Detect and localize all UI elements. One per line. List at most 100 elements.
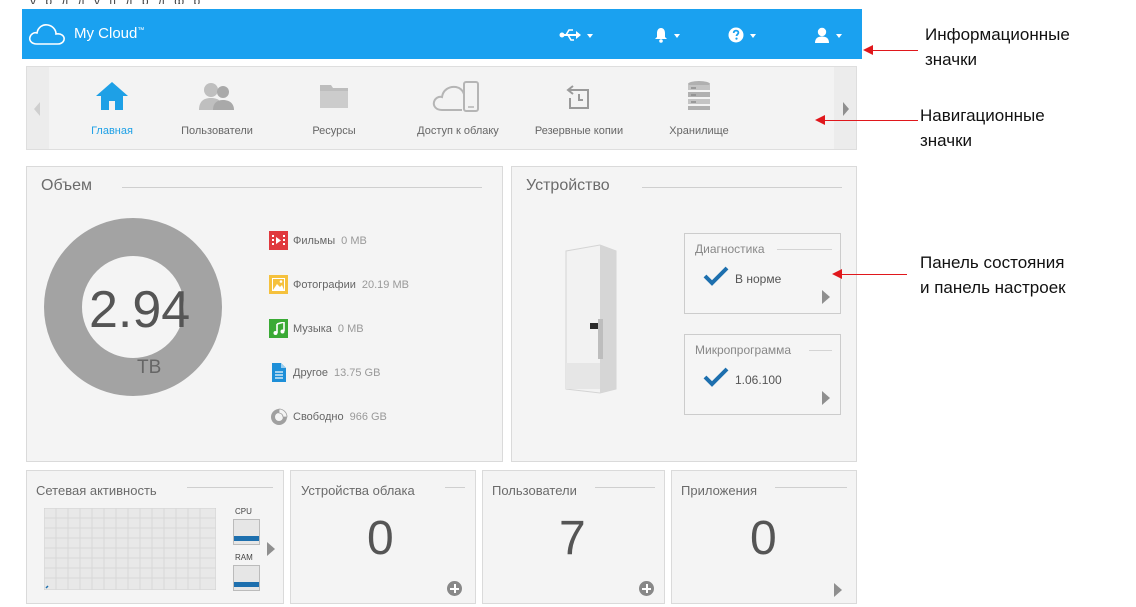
clipped-top-text: у р д д у ц д р д ф р (0, 0, 1136, 4)
usb-menu[interactable] (559, 25, 593, 45)
chevron-right-icon (843, 102, 849, 116)
firmware-value: 1.06.100 (735, 373, 782, 387)
nav-scroll-left-button[interactable] (27, 67, 49, 149)
legend-value: 0 MB (341, 234, 367, 247)
device-title: Устройство (526, 177, 610, 195)
capacity-total-unit: TB (137, 357, 162, 378)
firmware-box[interactable]: Микропрограмма 1.06.100 (684, 334, 841, 415)
nav-item-backups[interactable]: Резервные копии (519, 67, 639, 149)
legend-value: 966 GB (349, 410, 387, 423)
bell-icon (655, 28, 667, 43)
device-panel: Устройство Диагностика В норме Микропрог… (511, 166, 857, 462)
add-user-icon[interactable] (639, 581, 654, 596)
legend-item-music: Музыка 0 MB (269, 319, 364, 338)
network-activity-graph (44, 508, 216, 590)
usb-icon (559, 29, 581, 41)
legend-label: Свободно (293, 410, 344, 423)
capacity-title: Объем (41, 177, 92, 195)
legend-value: 13.75 GB (333, 366, 381, 379)
notifications-menu[interactable] (654, 25, 680, 45)
capacity-total-value: 2.94 (89, 281, 191, 339)
users-title: Пользователи (492, 483, 577, 498)
chevron-down-icon (674, 34, 680, 38)
users-count: 7 (559, 512, 586, 565)
add-icon[interactable] (447, 581, 462, 596)
divider (187, 487, 273, 488)
nav-item-shares[interactable]: Ресурсы (274, 67, 394, 149)
home-icon (96, 82, 128, 110)
check-icon (703, 266, 729, 286)
backup-icon (566, 85, 589, 109)
device-image (565, 244, 617, 394)
nav-item-label: Ресурсы (312, 125, 356, 137)
divider (642, 187, 842, 188)
annotation-arrow-status-line (841, 274, 907, 275)
nav-item-label: Пользователи (181, 125, 253, 137)
users-icon (199, 83, 234, 110)
firmware-title: Микропрограмма (695, 343, 797, 357)
legend-item-free: Свободно 966 GB (269, 407, 387, 426)
legend-label: Музыка (293, 322, 332, 335)
diagnostics-box[interactable]: Диагностика В норме (684, 233, 841, 314)
legend-item-other: Другое 13.75 GB (269, 363, 380, 382)
annotation-arrow-nav-line (824, 120, 918, 121)
nav-item-label: Хранилище (669, 125, 729, 137)
legend-label: Другое (293, 366, 328, 379)
divider (595, 487, 655, 488)
chevron-right-icon[interactable] (267, 542, 275, 556)
cloud-devices-count: 0 (367, 512, 394, 565)
legend-label: Фотографии (293, 278, 356, 291)
nav-item-label: Доступ к облаку (417, 125, 499, 137)
chevron-down-icon (836, 34, 842, 38)
network-activity-panel: Сетевая активность CPU RAM (26, 470, 284, 604)
annotation-status: Панель состояния и панель настроек (920, 253, 1066, 297)
cloud-logo-icon (28, 24, 65, 45)
chevron-down-icon (750, 34, 756, 38)
apps-panel: Приложения 0 (671, 470, 857, 604)
music-icon (269, 319, 288, 338)
document-icon (269, 363, 288, 382)
divider (122, 187, 482, 188)
legend-value: 0 MB (337, 322, 364, 335)
diagnostics-value: В норме (735, 272, 782, 286)
apps-title: Приложения (681, 483, 758, 498)
cloud-access-icon (432, 81, 479, 112)
legend-value: 20.19 MB (361, 278, 409, 291)
nav-scroll-right-button[interactable] (834, 67, 856, 149)
ram-label: RAM (235, 553, 253, 562)
folder-icon (320, 85, 348, 108)
help-icon (728, 27, 744, 43)
help-menu[interactable] (728, 25, 756, 45)
chevron-right-icon[interactable] (822, 290, 830, 304)
top-header-bar: My Cloud™ (22, 9, 862, 59)
film-icon (269, 231, 288, 250)
main-navigation: Главная Пользователи Ресурсы Доступ к об… (26, 66, 857, 150)
network-title: Сетевая активность (36, 483, 157, 498)
apps-count: 0 (750, 512, 777, 565)
annotation-arrow-info-line (872, 50, 918, 51)
chevron-right-icon[interactable] (822, 391, 830, 405)
chevron-down-icon (587, 34, 593, 38)
annotation-info: Информационные значки (925, 25, 1070, 69)
free-space-icon (269, 407, 288, 426)
chevron-right-icon[interactable] (834, 583, 842, 597)
nav-item-label: Резервные копии (534, 125, 624, 137)
app-name[interactable]: My Cloud™ (74, 25, 144, 42)
legend-item-photos: Фотографии 20.19 MB (269, 275, 409, 294)
divider (809, 350, 832, 351)
user-menu[interactable] (814, 25, 842, 45)
chevron-left-icon (34, 102, 40, 116)
divider (445, 487, 465, 488)
cpu-meter (233, 519, 260, 545)
nav-item-cloud-access[interactable]: Доступ к облаку (398, 67, 518, 149)
photo-icon (269, 275, 288, 294)
divider (777, 249, 832, 250)
capacity-panel: Объем 2.94 TB Фильмы 0 MB Фотографии 20.… (26, 166, 503, 462)
ram-meter (233, 565, 260, 591)
nav-item-label: Главная (91, 125, 133, 137)
legend-item-movies: Фильмы 0 MB (269, 231, 367, 250)
nav-item-storage[interactable]: Хранилище (639, 67, 759, 149)
nav-item-home[interactable]: Главная (52, 67, 172, 149)
nav-item-users[interactable]: Пользователи (157, 67, 277, 149)
cloud-devices-panel: Устройства облака 0 (290, 470, 476, 604)
